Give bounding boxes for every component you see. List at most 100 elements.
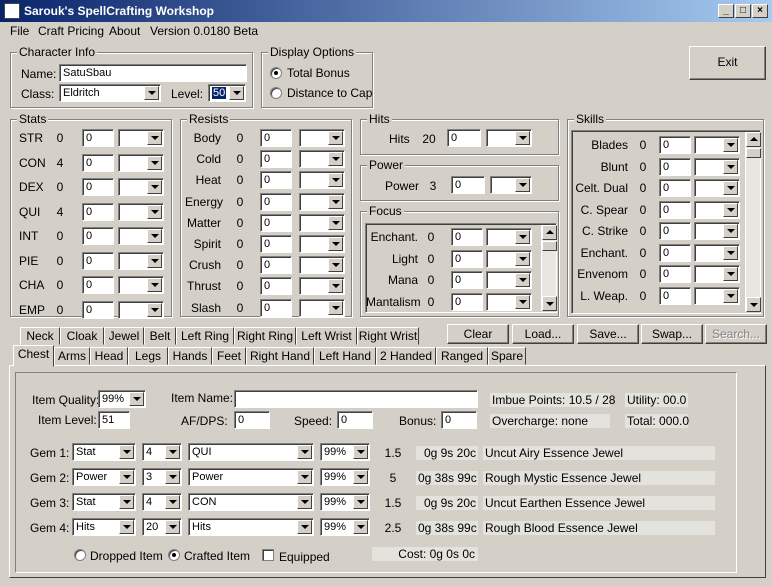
skills-row-input[interactable]: 0 [659, 136, 691, 154]
skills-row-input[interactable]: 0 [659, 286, 691, 305]
tab-chest[interactable]: Chest [13, 345, 54, 367]
character-name-input[interactable]: SatuSbau [59, 64, 247, 82]
focus-row-input[interactable]: 0 [451, 228, 483, 246]
tab-right-wrist[interactable]: Right Wrist [357, 327, 419, 345]
chevron-down-icon[interactable] [119, 520, 134, 534]
resists-row-select[interactable] [299, 150, 345, 169]
tab-belt[interactable]: Belt [144, 327, 176, 345]
stats-row-input[interactable]: 0 [82, 300, 114, 319]
chevron-down-icon[interactable] [723, 202, 738, 217]
tab-legs[interactable]: Legs [128, 347, 168, 365]
scroll-down-icon[interactable] [746, 297, 761, 312]
chevron-down-icon[interactable] [353, 520, 368, 534]
speed-input[interactable]: 0 [337, 411, 373, 429]
chevron-down-icon[interactable] [119, 495, 134, 509]
load-button[interactable]: Load... [512, 324, 574, 344]
chevron-down-icon[interactable] [515, 178, 530, 192]
chevron-down-icon[interactable] [723, 181, 738, 195]
stats-row-select[interactable] [118, 276, 164, 294]
resists-row-select[interactable] [299, 192, 345, 211]
resists-row-input[interactable]: 0 [260, 213, 292, 232]
chevron-down-icon[interactable] [515, 294, 530, 309]
skills-row-select[interactable] [694, 222, 740, 240]
menu-file[interactable]: File [10, 24, 29, 38]
tab-left-wrist[interactable]: Left Wrist [296, 327, 357, 345]
focus-scrollbar[interactable] [541, 225, 557, 311]
focus-row-input[interactable]: 0 [451, 292, 483, 311]
focus-row-select[interactable] [486, 249, 532, 268]
stats-row-input[interactable]: 0 [82, 227, 114, 245]
tab-right-ring[interactable]: Right Ring [234, 327, 296, 345]
resists-row-input[interactable]: 0 [260, 129, 292, 147]
resists-row-input[interactable]: 0 [260, 235, 292, 253]
gem-quality-select[interactable]: 99% [320, 443, 370, 461]
chevron-down-icon[interactable] [144, 86, 159, 100]
chevron-down-icon[interactable] [229, 86, 244, 100]
resists-row-select[interactable] [299, 235, 345, 253]
focus-row-select[interactable] [486, 228, 532, 246]
chevron-down-icon[interactable] [515, 273, 530, 287]
chevron-down-icon[interactable] [297, 520, 312, 534]
skills-scrollbar[interactable] [745, 132, 761, 312]
stats-row-input[interactable]: 0 [82, 202, 114, 221]
tab-left-ring[interactable]: Left Ring [176, 327, 234, 345]
tab-arms[interactable]: Arms [54, 347, 90, 365]
gem-type-select[interactable]: Stat [72, 493, 136, 511]
focus-row-input[interactable]: 0 [451, 271, 483, 289]
chevron-down-icon[interactable] [515, 230, 530, 244]
equipped-checkbox[interactable] [262, 549, 274, 561]
chevron-down-icon[interactable] [723, 159, 738, 174]
tab-jewel[interactable]: Jewel [104, 327, 144, 345]
chevron-down-icon[interactable] [147, 302, 162, 317]
chevron-down-icon[interactable] [353, 445, 368, 459]
chevron-down-icon[interactable] [328, 152, 343, 167]
chevron-down-icon[interactable] [147, 204, 162, 219]
stats-row-input[interactable]: 0 [82, 178, 114, 196]
gem-effect-select[interactable]: CON [188, 493, 314, 511]
gem-amount-select[interactable]: 3 [142, 468, 182, 486]
stats-row-select[interactable] [118, 227, 164, 245]
class-select[interactable]: Eldritch [59, 84, 161, 102]
chevron-down-icon[interactable] [353, 495, 368, 509]
gem-quality-select[interactable]: 99% [320, 468, 370, 486]
distance-to-cap-radio[interactable] [270, 87, 282, 99]
chevron-down-icon[interactable] [515, 131, 530, 145]
dropped-item-radio[interactable] [74, 549, 86, 561]
clear-button[interactable]: Clear [447, 324, 509, 344]
tab-head[interactable]: Head [90, 347, 128, 365]
chevron-down-icon[interactable] [165, 495, 180, 509]
resists-row-select[interactable] [299, 277, 345, 296]
chevron-down-icon[interactable] [723, 138, 738, 152]
chevron-down-icon[interactable] [328, 131, 343, 145]
gem-amount-select[interactable]: 20 [142, 518, 182, 536]
gem-effect-select[interactable]: Power [188, 468, 314, 486]
stats-row-input[interactable]: 0 [82, 153, 114, 172]
chevron-down-icon[interactable] [723, 224, 738, 238]
chevron-down-icon[interactable] [119, 445, 134, 459]
hits-select[interactable] [486, 129, 532, 147]
chevron-down-icon[interactable] [165, 520, 180, 534]
menu-craft-pricing[interactable]: Craft Pricing [38, 24, 104, 38]
resists-row-select[interactable] [299, 171, 345, 190]
close-button[interactable]: × [752, 4, 768, 18]
swap-button[interactable]: Swap... [641, 324, 703, 344]
chevron-down-icon[interactable] [515, 251, 530, 266]
chevron-down-icon[interactable] [723, 245, 738, 260]
afdps-input[interactable]: 0 [234, 411, 270, 429]
tab-cloak[interactable]: Cloak [60, 327, 104, 345]
tab-hands[interactable]: Hands [168, 347, 212, 365]
chevron-down-icon[interactable] [147, 253, 162, 268]
skills-row-input[interactable]: 0 [659, 265, 691, 283]
resists-row-select[interactable] [299, 256, 345, 275]
tab-left-hand[interactable]: Left Hand [314, 347, 376, 365]
resists-row-input[interactable]: 0 [260, 256, 292, 275]
gem-amount-select[interactable]: 4 [142, 443, 182, 461]
hits-input[interactable]: 0 [447, 129, 481, 147]
skills-row-input[interactable]: 0 [659, 157, 691, 176]
chevron-down-icon[interactable] [297, 495, 312, 509]
scroll-thumb[interactable] [542, 241, 557, 251]
save-button[interactable]: Save... [577, 324, 639, 344]
gem-amount-select[interactable]: 4 [142, 493, 182, 511]
power-input[interactable]: 0 [451, 176, 485, 194]
item-quality-select[interactable]: 99% [98, 390, 146, 408]
